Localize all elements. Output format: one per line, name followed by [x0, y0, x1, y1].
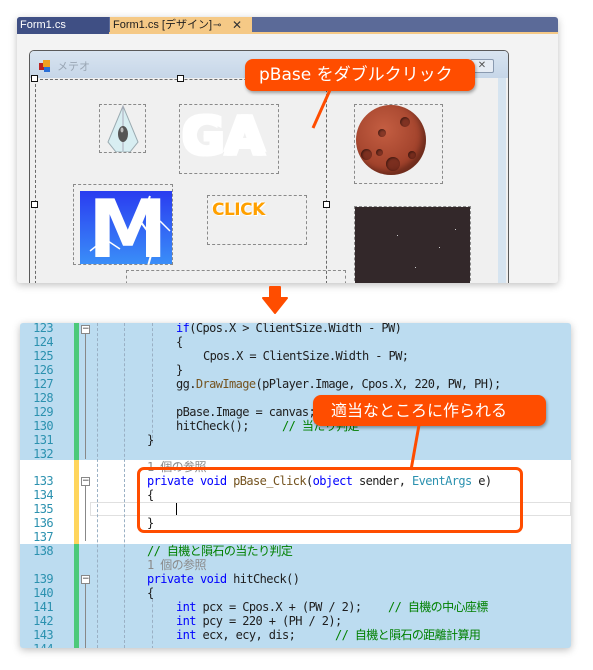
code-text: // 自機と隕石の当たり判定 [147, 544, 293, 558]
code-text: pBase.Image = canvas; [176, 405, 316, 419]
line-number: 133 [33, 474, 53, 488]
line-number: 129 [33, 405, 53, 419]
tab-label: Form1.cs [20, 19, 66, 31]
ship-icon [107, 105, 139, 152]
form-border-strip [498, 78, 506, 283]
code-text: 1 個の参照 [147, 558, 206, 572]
player-ship-picturebox[interactable] [99, 104, 146, 153]
ga-title-image: GA [182, 107, 265, 167]
code-line[interactable]: 139 private void hitCheck() [20, 572, 571, 586]
line-number: 132 [33, 447, 53, 461]
code-line[interactable]: 125 Cpos.X = ClientSize.Width - PW; [20, 349, 571, 363]
resize-handle-top-left[interactable] [31, 75, 38, 82]
document-tab-strip: Form1.cs Form1.cs [デザイン] ⊸ ✕ [17, 17, 558, 34]
code-line[interactable]: 144 [20, 642, 571, 648]
line-number: 140 [33, 586, 53, 600]
code-line[interactable]: 127 gg.DrawImage(pPlayer.Image, Cpos.X, 2… [20, 377, 571, 391]
line-number: 142 [33, 614, 53, 628]
code-line[interactable]: 132 [20, 447, 571, 461]
meteor-picturebox[interactable] [354, 104, 443, 184]
line-number: 123 [33, 323, 53, 335]
line-number: 136 [33, 516, 53, 530]
form-designer-panel: Form1.cs Form1.cs [デザイン] ⊸ ✕ メテオ ✕ GA M … [17, 17, 558, 283]
lightning-icon [89, 195, 171, 264]
down-arrow-icon [262, 286, 288, 314]
line-number: 130 [33, 419, 53, 433]
code-text: int pcx = Cpos.X + (PW / 2); // 自機の中心座標 [176, 600, 488, 614]
tab-form1-code[interactable]: Form1.cs [17, 17, 109, 34]
line-number: 139 [33, 572, 53, 586]
pin-icon[interactable]: ⊸ [213, 17, 221, 34]
line-number: 126 [33, 363, 53, 377]
callout-pointer-line [311, 89, 332, 129]
tab-label: Form1.cs [デザイン] [113, 19, 213, 31]
resize-handle-top[interactable] [177, 75, 184, 82]
code-line[interactable]: 138 // 自機と隕石の当たり判定 [20, 544, 571, 558]
meteor-image [356, 105, 426, 175]
code-text: gg.DrawImage(pPlayer.Image, Cpos.X, 220,… [176, 377, 501, 391]
code-text: } [176, 363, 183, 377]
code-text: { [147, 586, 154, 600]
code-text: { [176, 335, 183, 349]
meteo-logo-picturebox[interactable]: M [73, 184, 173, 265]
code-line[interactable]: 124 { [20, 335, 571, 349]
line-number: 131 [33, 433, 53, 447]
callout-text: pBase をダブルクリック [259, 65, 453, 85]
label-control[interactable] [126, 270, 346, 283]
title-ga-picturebox[interactable]: GA [179, 104, 279, 174]
line-number: 137 [33, 530, 53, 544]
background-picturebox[interactable] [354, 206, 471, 283]
code-line[interactable]: 142 int pcy = 220 + (PH / 2); [20, 614, 571, 628]
line-number: 143 [33, 628, 53, 642]
code-line[interactable]: 126} [20, 363, 571, 377]
form-app-icon [39, 60, 51, 72]
form-title: メテオ [57, 60, 90, 73]
meteo-logo-image: M [80, 185, 172, 264]
code-line[interactable]: 140 { [20, 586, 571, 600]
close-tab-icon[interactable]: ✕ [232, 17, 242, 34]
tab-form1-design[interactable]: Form1.cs [デザイン] ⊸ ✕ [110, 17, 252, 34]
line-number: 141 [33, 600, 53, 614]
space-background-image [355, 207, 470, 283]
line-number: 134 [33, 488, 53, 502]
click-picturebox[interactable]: CLICK [207, 195, 307, 245]
line-number: 135 [33, 502, 53, 516]
click-image: CLICK [212, 200, 265, 220]
code-text: Cpos.X = ClientSize.Width - PW; [203, 349, 409, 363]
new-method-highlight-box [137, 467, 523, 533]
code-text: int ecx, ecy, dis; // 自機と隕石の距離計算用 [176, 628, 481, 642]
line-number: 124 [33, 335, 53, 349]
code-text: int pcy = 220 + (PH / 2); [176, 614, 342, 628]
line-number: 125 [33, 349, 53, 363]
callout-created-location: 適当なところに作られる [313, 395, 546, 426]
resize-handle-right[interactable] [323, 201, 330, 208]
code-line[interactable]: 123 if(Cpos.X > ClientSize.Width - PW) [20, 323, 571, 335]
code-text: } [147, 433, 154, 447]
code-text: private void hitCheck() [147, 572, 300, 586]
line-number: 128 [33, 391, 53, 405]
line-number: 138 [33, 544, 53, 558]
code-line[interactable]: 141 int pcx = Cpos.X + (PW / 2); // 自機の中心… [20, 600, 571, 614]
code-text: if(Cpos.X > ClientSize.Width - PW) [176, 323, 402, 335]
callout-pointer-line [409, 424, 421, 471]
line-number: 144 [20, 642, 53, 648]
callout-double-click: pBase をダブルクリック [245, 59, 475, 91]
resize-handle-left[interactable] [31, 201, 38, 208]
callout-text: 適当なところに作られる [331, 401, 508, 420]
code-line[interactable]: 1 個の参照 [20, 558, 571, 572]
code-line[interactable]: 131} [20, 433, 571, 447]
line-number: 127 [33, 377, 53, 391]
code-line[interactable]: 143 int ecx, ecy, dis; // 自機と隕石の距離計算用 [20, 628, 571, 642]
